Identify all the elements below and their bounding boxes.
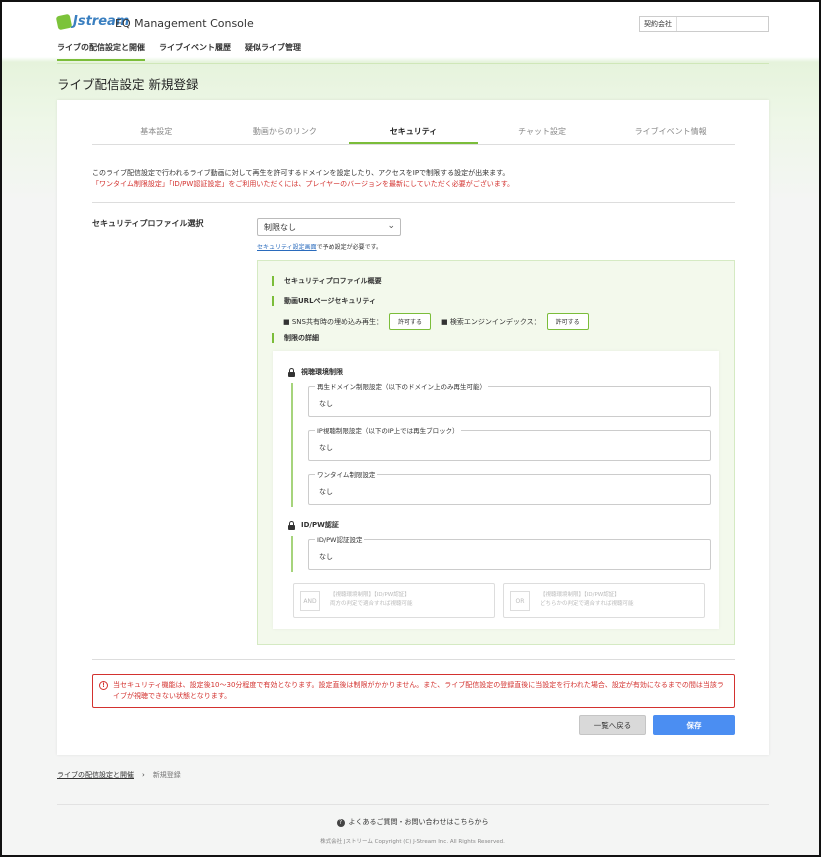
breadcrumb-parent[interactable]: ライブの配信設定と開催 <box>57 770 134 780</box>
contract-company-input[interactable] <box>677 17 768 31</box>
contract-company-label: 契約会社 <box>640 17 677 31</box>
settings-tabs: 基本設定 動画からのリンク セキュリティ チャット設定 ライブイベント情報 <box>92 120 735 145</box>
search-index-allow-badge: 許可する <box>546 313 589 330</box>
env-restriction-heading: 視聴環境制限 <box>288 367 343 377</box>
tab-basic[interactable]: 基本設定 <box>92 120 221 144</box>
breadcrumb-separator: › <box>142 771 145 779</box>
contract-company-field: 契約会社 <box>639 16 769 32</box>
security-profile-value: 制限なし <box>264 222 296 232</box>
main-card: 基本設定 動画からのリンク セキュリティ チャット設定 ライブイベント情報 この… <box>57 100 769 755</box>
save-button[interactable]: 保存 <box>653 715 735 735</box>
security-profile-summary: セキュリティプロファイル概要 動画URLページセキュリティ ■ SNS共有時の埋… <box>257 260 735 645</box>
idpw-setting-value: なし <box>319 553 333 561</box>
intro-text: このライブ配信設定で行われるライブ動画に対して再生を許可するドメインを設定したり… <box>92 168 514 190</box>
or-badge: OR <box>510 591 530 611</box>
footer-divider <box>57 804 769 805</box>
security-alert: ! 当セキュリティ機能は、設定後10〜30分程度で有効となります。設定直後は制限… <box>92 674 735 708</box>
and-badge: AND <box>300 591 320 611</box>
tab-live-event-info[interactable]: ライブイベント情報 <box>606 120 735 144</box>
env-restriction-title: 視聴環境制限 <box>301 368 343 376</box>
breadcrumb: ライブの配信設定と開催 › 新規登録 <box>57 770 181 780</box>
security-note-text: で予め設定が必要です。 <box>316 244 383 251</box>
tab-video-link[interactable]: 動画からのリンク <box>221 120 350 144</box>
domain-restriction-value: なし <box>319 400 333 408</box>
idpw-setting-legend: ID/PW認証設定 <box>315 534 365 544</box>
and-description: 【視聴環境制限】【ID/PW認証】 両方の判定で適合すれば視聴可能 <box>330 591 413 609</box>
security-settings-link[interactable]: セキュリティ設定画面 <box>257 244 317 251</box>
back-to-list-button[interactable]: 一覧へ戻る <box>579 715 646 735</box>
nav-item-pseudo-live[interactable]: 疑似ライブ管理 <box>245 42 301 61</box>
sns-embed-label: ■ SNS共有時の埋め込み再生： <box>283 317 383 326</box>
nav-item-live-settings[interactable]: ライブの配信設定と開催 <box>57 42 145 61</box>
main-nav: ライブの配信設定と開催 ライブイベント履歴 疑似ライブ管理 <box>57 42 301 61</box>
restriction-detail-box: 視聴環境制限 再生ドメイン制限設定（以下のドメイン上のみ再生可能） なし IP視… <box>273 351 719 629</box>
idpw-title: ID/PW認証 <box>301 521 339 529</box>
breadcrumb-current: 新規登録 <box>152 771 181 779</box>
ip-restriction-value: なし <box>319 444 333 452</box>
url-security-options: ■ SNS共有時の埋め込み再生： 許可する ■ 検索エンジンインデックス： 許可… <box>283 313 599 330</box>
or-description: 【視聴環境制限】【ID/PW認証】 どちらかの判定で適合すれば視聴可能 <box>540 591 634 609</box>
alert-icon: ! <box>99 681 108 690</box>
intro-warning: 「ワンタイム制限設定」「ID/PW認証設定」をご利用いただくには、プレイヤーのバ… <box>92 180 515 188</box>
page-title: ライブ配信設定 新規登録 <box>57 77 199 92</box>
url-security-heading: 動画URLページセキュリティ <box>272 296 376 306</box>
tab-chat[interactable]: チャット設定 <box>478 120 607 144</box>
or-line-1: 【視聴環境制限】【ID/PW認証】 <box>540 592 620 598</box>
onetime-restriction-value: なし <box>319 488 333 496</box>
logo-mark-icon <box>55 13 73 30</box>
copyright: 株式会社 Jストリーム Copyright (C) J-Stream Inc. … <box>320 839 505 845</box>
logic-and-option: AND 【視聴環境制限】【ID/PW認証】 両方の判定で適合すれば視聴可能 <box>293 583 495 618</box>
idpw-setting-field: ID/PW認証設定 なし <box>308 534 711 570</box>
domain-restriction-legend: 再生ドメイン制限設定（以下のドメイン上のみ再生可能） <box>315 381 488 391</box>
idpw-bar <box>291 536 293 572</box>
app-header: Jstream EQ Management Console 契約会社 ライブの配… <box>55 12 769 64</box>
idpw-heading: ID/PW認証 <box>288 520 339 530</box>
lock-icon <box>288 521 295 530</box>
logic-or-option: OR 【視聴環境制限】【ID/PW認証】 どちらかの判定で適合すれば視聴可能 <box>503 583 705 618</box>
intro-line-1: このライブ配信設定で行われるライブ動画に対して再生を許可するドメインを設定したり… <box>92 169 510 177</box>
tab-security[interactable]: セキュリティ <box>349 120 478 144</box>
env-restriction-bar <box>291 383 293 507</box>
chevron-down-icon: ⌄ <box>387 221 395 231</box>
divider <box>92 202 735 203</box>
divider <box>92 659 735 660</box>
and-line-2: 両方の判定で適合すれば視聴可能 <box>330 601 413 607</box>
lock-icon <box>288 368 295 377</box>
sns-embed-allow-badge: 許可する <box>388 313 431 330</box>
security-profile-label: セキュリティプロファイル選択 <box>92 219 204 228</box>
faq-link[interactable]: ? よくあるご質問・お問い合わせはこちらから <box>2 817 821 827</box>
security-note: セキュリティ設定画面で予め設定が必要です。 <box>257 242 382 251</box>
ip-restriction-field: IP視聴制限設定（以下のIP上では再生ブロック） なし <box>308 425 711 461</box>
ip-restriction-legend: IP視聴制限設定（以下のIP上では再生ブロック） <box>315 425 461 435</box>
faq-text: よくあるご質問・お問い合わせはこちらから <box>348 818 489 826</box>
domain-restriction-field: 再生ドメイン制限設定（以下のドメイン上のみ再生可能） なし <box>308 381 711 417</box>
onetime-restriction-field: ワンタイム制限設定 なし <box>308 469 711 505</box>
security-profile-select[interactable]: 制限なし ⌄ <box>257 218 401 236</box>
restriction-detail-heading: 制限の詳細 <box>272 333 319 343</box>
search-index-label: ■ 検索エンジンインデックス： <box>440 317 541 326</box>
app-title: EQ Management Console <box>115 17 254 30</box>
page-frame: Jstream EQ Management Console 契約会社 ライブの配… <box>0 0 821 857</box>
summary-title: セキュリティプロファイル概要 <box>272 276 382 286</box>
or-line-2: どちらかの判定で適合すれば視聴可能 <box>540 601 634 607</box>
help-icon: ? <box>336 819 345 827</box>
and-line-1: 【視聴環境制限】【ID/PW認証】 <box>330 592 410 598</box>
nav-item-live-history[interactable]: ライブイベント履歴 <box>159 42 231 61</box>
nav-divider <box>57 63 769 64</box>
alert-text: 当セキュリティ機能は、設定後10〜30分程度で有効となります。設定直後は制限がか… <box>113 681 724 700</box>
onetime-restriction-legend: ワンタイム制限設定 <box>315 469 378 479</box>
